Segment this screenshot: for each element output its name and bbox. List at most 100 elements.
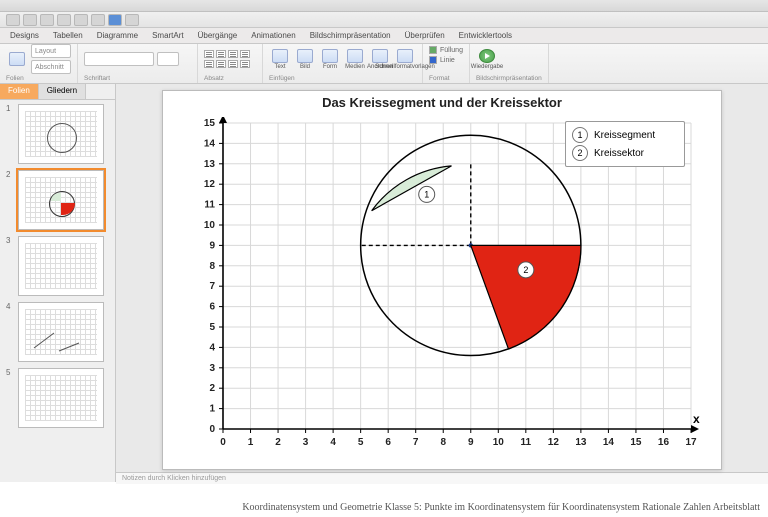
bullets-icon[interactable]: [204, 60, 214, 68]
tab-folien[interactable]: Folien: [0, 84, 39, 99]
svg-text:0: 0: [220, 437, 226, 448]
align-center-icon[interactable]: [216, 50, 226, 58]
ribbon-tab[interactable]: Entwicklertools: [459, 31, 512, 40]
slide-number: 4: [6, 302, 14, 311]
qat-print-icon[interactable]: [57, 14, 71, 26]
medien-icon: [347, 49, 363, 63]
slide-canvas[interactable]: Das Kreissegment und der Kreissektor 012…: [162, 90, 722, 470]
svg-text:9: 9: [209, 240, 215, 251]
svg-text:15: 15: [630, 437, 642, 448]
slide-thumbnail-panel: Folien Gliedern 1 2 3 4 5: [0, 84, 116, 482]
play-slideshow-button[interactable]: Wiedergabe: [476, 46, 498, 72]
bild-icon: [297, 49, 313, 63]
svg-text:0: 0: [209, 424, 215, 435]
fill-label: Füllung: [440, 47, 463, 54]
qat-help-icon[interactable]: [125, 14, 139, 26]
qat-open-icon[interactable]: [23, 14, 37, 26]
qat-undo-icon[interactable]: [74, 14, 88, 26]
ribbon-tab[interactable]: Bildschirmpräsentation: [310, 31, 391, 40]
slide-thumbnail[interactable]: 5: [6, 368, 109, 428]
ribbon-tab[interactable]: Animationen: [251, 31, 295, 40]
ribbon-tab[interactable]: Übergänge: [198, 31, 238, 40]
legend-label: Kreissegment: [594, 130, 655, 141]
slide-number: 2: [6, 170, 14, 179]
layout-dropdown[interactable]: Layout: [31, 44, 71, 58]
schnellformatvorlagen-icon: [397, 49, 413, 63]
ribbon-tab[interactable]: Diagramme: [97, 31, 138, 40]
new-slide-button[interactable]: [6, 46, 28, 72]
play-icon: [479, 49, 495, 63]
svg-text:2: 2: [523, 265, 528, 275]
insert-medien-button[interactable]: Medien: [344, 46, 366, 72]
insert-schnellformatvorlagen-button[interactable]: Schnellformatvorlagen: [394, 46, 416, 72]
svg-text:5: 5: [209, 322, 215, 333]
font-size-dropdown[interactable]: [157, 52, 179, 66]
slide-thumbnail[interactable]: 2: [6, 170, 109, 230]
legend-item-segment: 1 Kreissegment: [572, 126, 678, 144]
svg-text:12: 12: [548, 437, 560, 448]
group-label: Folien: [6, 75, 71, 82]
group-label: Bildschirmpräsentation: [476, 75, 542, 82]
notes-pane[interactable]: Notizen durch Klicken hinzufügen: [116, 472, 768, 484]
svg-text:12: 12: [204, 179, 216, 190]
group-label: Schriftart: [84, 75, 191, 82]
svg-text:x: x: [693, 412, 700, 426]
slide-title: Das Kreissegment und der Kreissektor: [163, 91, 721, 110]
slide-number: 5: [6, 368, 14, 377]
svg-text:13: 13: [204, 159, 216, 170]
thumbnail-preview: [18, 302, 104, 362]
fill-color-icon[interactable]: [429, 46, 437, 54]
qat-save-icon[interactable]: [40, 14, 54, 26]
ribbon-group-schriftart: Schriftart: [78, 44, 198, 83]
svg-text:6: 6: [385, 437, 391, 448]
tab-gliedern[interactable]: Gliedern: [39, 84, 86, 99]
indent-dec-icon[interactable]: [228, 60, 238, 68]
chart-svg: 0123456789101112131415161701234567891011…: [181, 117, 701, 457]
chart: 0123456789101112131415161701234567891011…: [181, 117, 701, 457]
line-color-icon[interactable]: [429, 56, 437, 64]
text-icon: [272, 49, 288, 63]
indent-inc-icon[interactable]: [240, 60, 250, 68]
page-caption: Koordinatensystem und Geometrie Klasse 5…: [0, 502, 768, 513]
ribbon-tab[interactable]: Designs: [10, 31, 39, 40]
form-icon: [322, 49, 338, 63]
ribbon-tab[interactable]: SmartArt: [152, 31, 184, 40]
svg-text:6: 6: [209, 302, 215, 313]
abschnitt-dropdown[interactable]: Abschnitt: [31, 60, 71, 74]
slide-thumbnail[interactable]: 3: [6, 236, 109, 296]
anordnen-icon: [372, 49, 388, 63]
slide-thumbnail[interactable]: 4: [6, 302, 109, 362]
legend-badge: 1: [572, 127, 588, 143]
slide-thumbnail[interactable]: 1: [6, 104, 109, 164]
qat-format-icon[interactable]: [108, 14, 122, 26]
canvas-wrap: Das Kreissegment und der Kreissektor 012…: [116, 84, 768, 472]
ribbon-tab[interactable]: Tabellen: [53, 31, 83, 40]
svg-text:9: 9: [468, 437, 474, 448]
svg-text:5: 5: [358, 437, 364, 448]
align-left-icon[interactable]: [204, 50, 214, 58]
svg-text:10: 10: [204, 220, 216, 231]
numbering-icon[interactable]: [216, 60, 226, 68]
qat-redo-icon[interactable]: [91, 14, 105, 26]
svg-text:14: 14: [204, 138, 216, 149]
legend-item-sektor: 2 Kreissektor: [572, 144, 678, 162]
insert-text-button[interactable]: Text: [269, 46, 291, 72]
font-family-dropdown[interactable]: [84, 52, 154, 66]
qat-new-icon[interactable]: [6, 14, 20, 26]
align-justify-icon[interactable]: [240, 50, 250, 58]
ribbon-tab[interactable]: Überprüfen: [405, 31, 445, 40]
group-label: Einfügen: [269, 75, 416, 82]
svg-text:1: 1: [424, 189, 429, 199]
insert-bild-button[interactable]: Bild: [294, 46, 316, 72]
thumbnail-list: 1 2 3 4 5: [0, 100, 115, 482]
svg-text:4: 4: [209, 342, 215, 353]
ribbon-group-format: Füllung Linie Format: [423, 44, 470, 83]
legend-badge: 2: [572, 145, 588, 161]
insert-form-button[interactable]: Form: [319, 46, 341, 72]
ribbon-group-einfuegen: TextBildFormMedienAnordnenSchnellformatv…: [263, 44, 423, 83]
svg-text:1: 1: [248, 437, 254, 448]
svg-text:2: 2: [209, 383, 215, 394]
ribbon-tabs: Designs Tabellen Diagramme SmartArt Übergäng…: [0, 28, 768, 44]
align-right-icon[interactable]: [228, 50, 238, 58]
svg-text:7: 7: [413, 437, 419, 448]
